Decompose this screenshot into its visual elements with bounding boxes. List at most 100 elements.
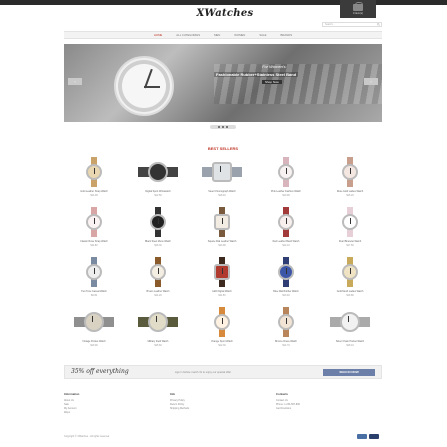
product-name[interactable]: Black Steel Mens Watch — [128, 240, 188, 243]
product-name[interactable]: Vintage Pocket Watch — [64, 340, 124, 343]
footer-link[interactable]: Ways — [64, 411, 164, 415]
product-card[interactable]: Vintage Pocket Watch $19.90 — [64, 307, 124, 352]
search-input[interactable]: Search... — [322, 22, 382, 27]
nav-item-categories[interactable]: All Categories — [176, 33, 200, 37]
nav-item-brands[interactable]: Brands — [280, 33, 292, 37]
product-card[interactable]: Black Steel Mens Watch $16.30 — [128, 207, 188, 252]
nav-item-women[interactable]: Women — [234, 33, 245, 37]
product-image[interactable] — [136, 207, 180, 237]
product-name[interactable]: Digital Sport Wristwatch — [128, 190, 188, 193]
product-image[interactable] — [72, 207, 116, 237]
nav-item-sale[interactable]: Sale — [259, 33, 266, 37]
product-card[interactable]: Steel Chronograph Watch $18.40 — [192, 157, 252, 202]
slider-dot[interactable] — [218, 126, 220, 128]
product-card[interactable]: LED Digital Watch $11.50 — [192, 257, 252, 302]
product-image[interactable] — [328, 307, 372, 337]
product-card[interactable]: Gold Leather Strap Watch $14.99 — [64, 157, 124, 202]
product-image[interactable] — [200, 207, 244, 237]
watch-icon — [339, 157, 361, 187]
hero-banner[interactable] — [64, 44, 382, 122]
search-icon[interactable] — [377, 23, 380, 26]
product-name[interactable]: Gold Mesh Ladies Watch — [320, 290, 380, 293]
banner-pattern — [214, 64, 382, 104]
product-image[interactable] — [328, 257, 372, 287]
product-name[interactable]: Blue Dial Rubber Watch — [256, 290, 316, 293]
product-card[interactable]: Military Field Watch $15.60 — [128, 307, 188, 352]
product-image[interactable] — [200, 157, 244, 187]
product-name[interactable]: Red Leather Band Watch — [256, 240, 316, 243]
slider-pagination[interactable] — [210, 125, 236, 129]
product-image[interactable] — [72, 307, 116, 337]
product-card[interactable]: Silver Chain Pocket Watch $18.10 — [320, 307, 380, 352]
product-name[interactable]: Silver Chain Pocket Watch — [320, 340, 380, 343]
product-name[interactable]: Brown Leather Watch — [128, 290, 188, 293]
product-image[interactable] — [200, 257, 244, 287]
product-card[interactable]: Pearl Bracelet Watch $17.60 — [320, 207, 380, 252]
product-name[interactable]: Orange Sport Watch — [192, 340, 252, 343]
footer-link[interactable]: Get Directions — [276, 407, 376, 411]
product-name[interactable]: LED Digital Watch — [192, 290, 252, 293]
product-price: $12.50 — [154, 194, 162, 197]
product-image[interactable] — [200, 307, 244, 337]
banner-line1: For Women's — [262, 64, 286, 69]
product-card[interactable]: Pink Leather Fashion Watch $10.99 — [256, 157, 316, 202]
product-name[interactable]: Classic Rose Strap Watch — [64, 240, 124, 243]
product-name[interactable]: Bronze Dress Watch — [256, 340, 316, 343]
product-image[interactable] — [264, 307, 308, 337]
product-card[interactable]: Digital Sport Wristwatch $12.50 — [128, 157, 188, 202]
site-logo[interactable]: XWatches — [178, 8, 272, 19]
main-nav: Home All Categories Men Women Sale Brand… — [64, 31, 382, 39]
product-image[interactable] — [72, 157, 116, 187]
watch-icon — [211, 257, 233, 287]
watch-icon — [339, 207, 361, 237]
banner-shop-button[interactable]: Shop Now — [262, 80, 282, 84]
watch-icon — [147, 257, 169, 287]
slider-next-icon[interactable]: › — [364, 78, 378, 85]
product-name[interactable]: Rose Gold Ladies Watch — [320, 190, 380, 193]
product-name[interactable]: Square Dial Leather Watch — [192, 240, 252, 243]
search-placeholder: Search... — [325, 23, 335, 26]
product-card[interactable]: Orange Sport Watch $12.30 — [192, 307, 252, 352]
product-name[interactable]: Pink Leather Fashion Watch — [256, 190, 316, 193]
product-card[interactable]: Red Leather Band Watch $12.10 — [256, 207, 316, 252]
product-image[interactable] — [72, 257, 116, 287]
footer-link[interactable]: Shipping Methods — [170, 407, 270, 411]
cart-button[interactable]: 0 item(s) — [340, 0, 376, 18]
product-image[interactable] — [264, 207, 308, 237]
product-name[interactable]: Military Field Watch — [128, 340, 188, 343]
slider-prev-icon[interactable]: ‹ — [68, 78, 82, 85]
product-price: $18.10 — [346, 344, 354, 347]
product-image[interactable] — [264, 157, 308, 187]
product-image[interactable] — [136, 157, 180, 187]
product-card[interactable]: Square Dial Leather Watch $13.90 — [192, 207, 252, 252]
product-image[interactable] — [136, 257, 180, 287]
product-card[interactable]: Rose Gold Ladies Watch $15.20 — [320, 157, 380, 202]
product-image[interactable] — [264, 257, 308, 287]
product-image[interactable] — [328, 207, 372, 237]
product-name[interactable]: Steel Chronograph Watch — [192, 190, 252, 193]
watch-icon — [275, 207, 297, 237]
sign-in-button[interactable]: SIGN IN NOW — [323, 369, 375, 376]
product-name[interactable]: Two Tone Casual Watch — [64, 290, 124, 293]
watch-icon — [83, 257, 105, 287]
product-image[interactable] — [328, 157, 372, 187]
product-image[interactable] — [136, 307, 180, 337]
nav-item-men[interactable]: Men — [214, 33, 220, 37]
product-card[interactable]: Blue Dial Rubber Watch $13.40 — [256, 257, 316, 302]
product-price: $14.99 — [90, 194, 98, 197]
product-card[interactable]: Classic Rose Strap Watch $11.80 — [64, 207, 124, 252]
watch-icon — [147, 207, 169, 237]
product-name[interactable]: Gold Leather Strap Watch — [64, 190, 124, 193]
product-card[interactable]: Bronze Dress Watch $14.70 — [256, 307, 316, 352]
nav-item-home[interactable]: Home — [154, 33, 162, 37]
banner-watch-image — [98, 56, 194, 116]
promo-bar: 35% off everything sign in before march … — [64, 365, 382, 379]
footer-column-information: Information About Us Sale My Account Way… — [64, 392, 164, 415]
product-price: $12.30 — [218, 344, 226, 347]
product-card[interactable]: Brown Leather Watch $14.20 — [128, 257, 188, 302]
product-name[interactable]: Pearl Bracelet Watch — [320, 240, 380, 243]
product-card[interactable]: Gold Mesh Ladies Watch $16.80 — [320, 257, 380, 302]
slider-dot[interactable] — [226, 126, 228, 128]
slider-dot[interactable] — [222, 126, 224, 128]
product-card[interactable]: Two Tone Casual Watch $9.99 — [64, 257, 124, 302]
